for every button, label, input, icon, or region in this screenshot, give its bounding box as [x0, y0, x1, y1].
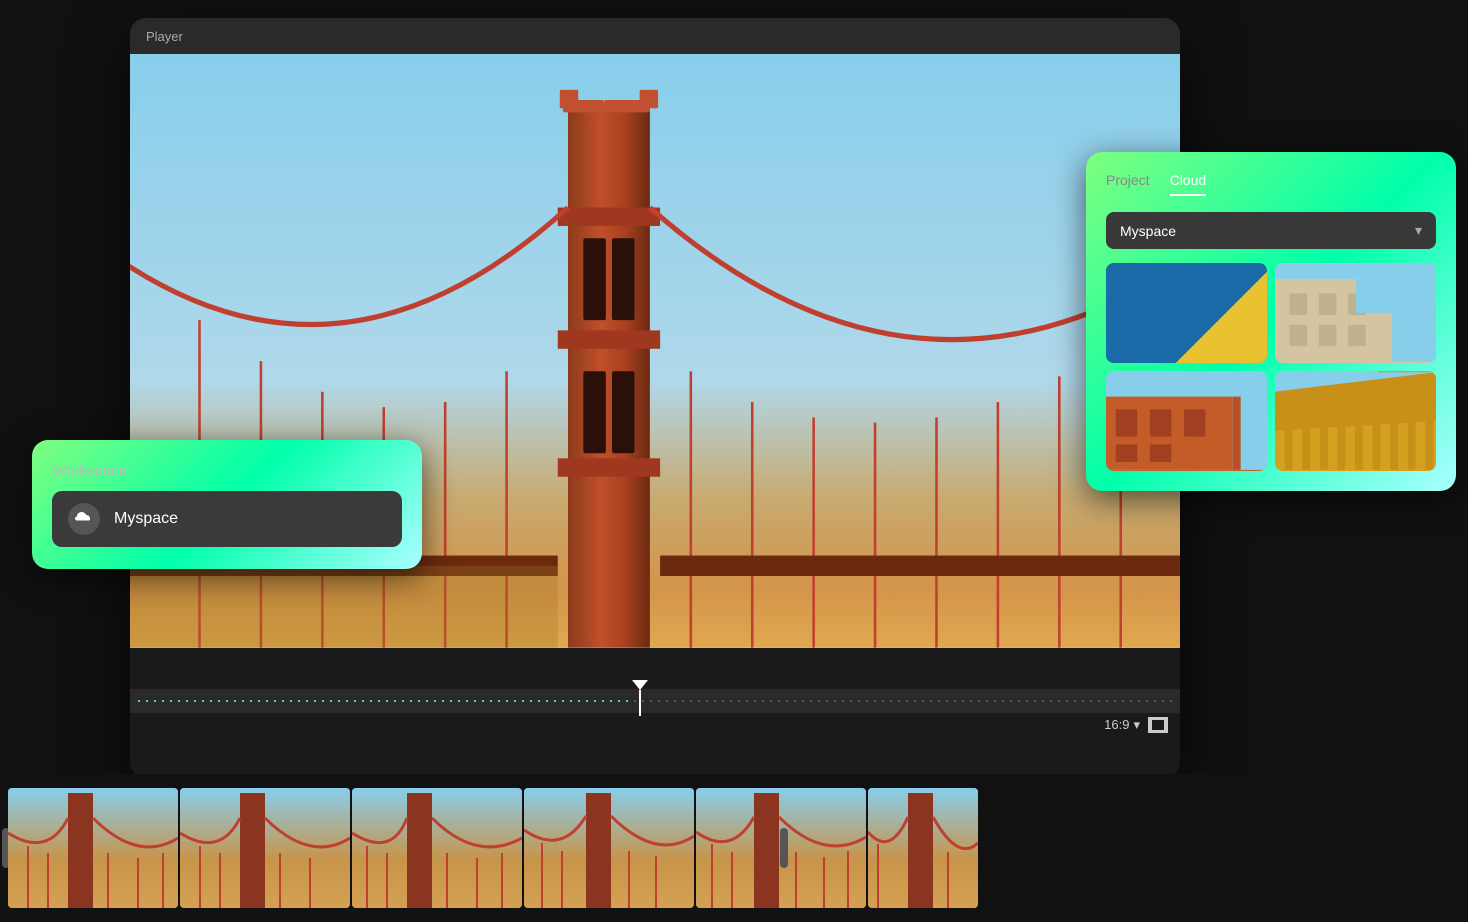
dropdown-value: Myspace [1120, 223, 1176, 239]
timeline-controls: 16:9 ▾ [130, 713, 1180, 737]
panel-tabs: Project Cloud [1106, 172, 1436, 196]
film-frame-6 [868, 788, 978, 908]
grid-image-2[interactable] [1275, 263, 1436, 363]
fullscreen-button[interactable] [1148, 717, 1168, 733]
timeline-progress [138, 700, 634, 702]
tab-project[interactable]: Project [1106, 172, 1150, 196]
workspace-popup: Workspace Myspace [32, 440, 422, 569]
player-content: 16:9 ▾ [130, 54, 1180, 778]
film-frame-3 [352, 788, 522, 908]
timeline-area: 16:9 ▾ [130, 648, 1180, 778]
aspect-ratio-control[interactable]: 16:9 ▾ [1104, 717, 1140, 733]
aspect-ratio-value: 16:9 [1104, 717, 1129, 732]
image-grid [1106, 263, 1436, 471]
timeline-scrubber[interactable] [130, 689, 1180, 713]
filmstrip-track [8, 788, 978, 908]
grid-image-4[interactable] [1275, 371, 1436, 471]
timeline-dots [138, 700, 1172, 702]
dropdown-chevron-icon: ▾ [1415, 222, 1422, 239]
film-frame-2 [180, 788, 350, 908]
cloud-panel: Project Cloud Myspace ▾ [1086, 152, 1456, 491]
grid-image-1[interactable] [1106, 263, 1267, 363]
workspace-label: Workspace [52, 462, 402, 479]
filmstrip [0, 774, 1468, 922]
scene-container: Player [0, 0, 1468, 922]
player-titlebar: Player [130, 18, 1180, 54]
film-frame-4 [524, 788, 694, 908]
film-frame-1 [8, 788, 178, 908]
workspace-dropdown[interactable]: Myspace ▾ [1106, 212, 1436, 249]
filmstrip-handle-right[interactable] [780, 828, 788, 868]
tab-cloud[interactable]: Cloud [1170, 172, 1207, 196]
cloud-icon [68, 503, 100, 535]
playhead-line [639, 690, 641, 716]
workspace-name: Myspace [114, 510, 178, 528]
playhead[interactable] [634, 680, 646, 716]
player-window: Player [130, 18, 1180, 778]
workspace-item[interactable]: Myspace [52, 491, 402, 547]
grid-image-3[interactable] [1106, 371, 1267, 471]
player-title: Player [146, 29, 183, 44]
aspect-ratio-chevron: ▾ [1133, 717, 1140, 733]
playhead-arrow [632, 680, 648, 690]
